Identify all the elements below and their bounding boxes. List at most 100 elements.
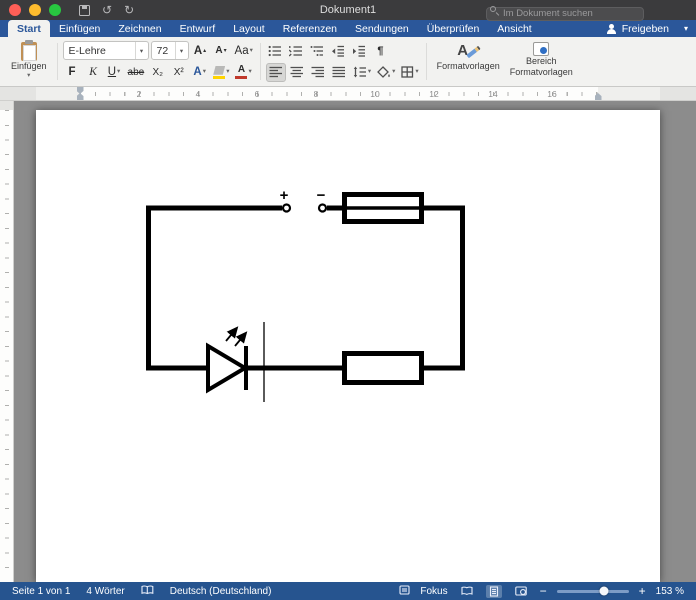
page-count-status[interactable]: Seite 1 von 1 <box>12 586 70 597</box>
shading-button[interactable]: ▾ <box>375 63 397 82</box>
zoom-window-button[interactable] <box>49 4 61 16</box>
superscript-button[interactable]: X² <box>169 63 188 82</box>
close-window-button[interactable] <box>9 4 21 16</box>
tab-layout[interactable]: Layout <box>224 20 274 37</box>
print-layout-view-button[interactable] <box>486 585 502 598</box>
ruler-text-area <box>80 87 598 100</box>
minimize-window-button[interactable] <box>29 4 41 16</box>
justify-button[interactable] <box>330 63 349 82</box>
circuit-wire <box>422 208 463 368</box>
led-arrow <box>226 329 236 341</box>
shrink-font-button[interactable]: A ▾ <box>212 41 231 60</box>
window-controls <box>9 4 61 16</box>
focus-view-label[interactable]: Fokus <box>420 586 447 597</box>
circuit-diagram: + − <box>36 110 660 582</box>
font-size-combo[interactable]: 72 ▾ <box>151 41 189 60</box>
web-layout-view-button[interactable] <box>512 585 530 597</box>
align-right-button[interactable] <box>309 63 328 82</box>
styles-letter: A <box>457 42 468 60</box>
ruler-number: 16 <box>547 89 556 99</box>
switch-terminal-plus <box>283 205 290 212</box>
align-left-button[interactable] <box>266 63 286 82</box>
tab-einfuegen[interactable]: Einfügen <box>50 20 109 37</box>
share-button[interactable]: Freigeben ▾ <box>606 20 696 37</box>
search-icon <box>490 6 496 12</box>
zoom-percentage[interactable]: 153 % <box>656 586 684 597</box>
ruler-number: 10 <box>370 89 379 99</box>
paste-button[interactable]: Einfügen ▾ <box>6 40 52 79</box>
highlight-color-button[interactable]: ▾ <box>211 63 231 82</box>
focus-view-icon[interactable] <box>399 585 410 598</box>
reading-view-button[interactable] <box>458 585 476 597</box>
plus-terminal-label: + <box>280 187 289 204</box>
numbering-button[interactable] <box>287 41 306 60</box>
zoom-slider-thumb[interactable] <box>600 587 609 596</box>
tab-zeichnen[interactable]: Zeichnen <box>109 20 170 37</box>
chevron-down-icon: ▾ <box>27 73 30 80</box>
underline-letter: U <box>108 66 116 78</box>
ruler-number: 8 <box>314 89 319 99</box>
ribbon-divider <box>426 43 427 80</box>
minus-terminal-label: − <box>317 187 326 204</box>
italic-button[interactable]: K <box>84 63 103 82</box>
led-triangle <box>208 346 245 390</box>
chevron-down-icon: ▾ <box>117 69 120 76</box>
styles-icon: A <box>455 42 481 61</box>
tab-entwurf[interactable]: Entwurf <box>171 20 225 37</box>
paste-label: Einfügen <box>11 62 47 72</box>
font-color-letter: A <box>238 65 245 75</box>
chevron-down-icon[interactable]: ▾ <box>135 42 148 59</box>
redo-icon[interactable]: ↻ <box>124 4 134 16</box>
grow-font-letter: A <box>194 45 202 57</box>
font-name-combo[interactable]: E-Lehre ▾ <box>63 41 149 60</box>
led-arrow <box>235 334 245 346</box>
zoom-out-button[interactable]: − <box>540 585 547 597</box>
tab-start[interactable]: Start <box>8 20 50 37</box>
word-count-status[interactable]: 4 Wörter <box>86 586 124 597</box>
line-spacing-button[interactable]: ▾ <box>351 63 373 82</box>
styles-button[interactable]: A Formatvorlagen <box>432 40 505 72</box>
underline-button[interactable]: U ▾ <box>105 63 124 82</box>
chevron-down-icon: ▾ <box>392 69 395 76</box>
ribbon-tab-bar: Start Einfügen Zeichnen Entwurf Layout R… <box>0 20 696 37</box>
tab-ueberpruefen[interactable]: Überprüfen <box>418 20 489 37</box>
styles-label: Formatvorlagen <box>437 62 500 72</box>
proofing-status-icon[interactable] <box>141 585 154 598</box>
increase-indent-button[interactable] <box>350 41 369 60</box>
zoom-in-button[interactable]: + <box>639 585 646 597</box>
tab-referenzen[interactable]: Referenzen <box>274 20 346 37</box>
document-search-input[interactable] <box>486 7 644 21</box>
subscript-button[interactable]: X₂ <box>148 63 167 82</box>
grow-font-button[interactable]: A ▴ <box>191 41 210 60</box>
borders-button[interactable]: ▾ <box>399 63 420 82</box>
chevron-down-icon[interactable]: ▾ <box>175 42 188 59</box>
bold-button[interactable]: F <box>63 63 82 82</box>
undo-icon[interactable]: ↺ <box>102 4 112 16</box>
align-center-button[interactable] <box>288 63 307 82</box>
window-title: Dokument1 <box>320 4 376 16</box>
show-formatting-marks-button[interactable]: ¶ <box>371 41 390 60</box>
ruler-number: 12 <box>429 89 438 99</box>
bullets-button[interactable] <box>266 41 285 60</box>
tab-ansicht[interactable]: Ansicht <box>488 20 540 37</box>
change-case-button[interactable]: Aa ▾ <box>233 41 255 60</box>
ribbon-collapse-chevron-icon[interactable]: ▾ <box>684 24 688 33</box>
vertical-ruler-active <box>0 110 13 582</box>
text-effects-letter: A <box>193 66 201 78</box>
font-color-button[interactable]: A ▾ <box>233 63 253 82</box>
document-workspace: + − <box>0 101 696 582</box>
switch-terminal-minus <box>319 205 326 212</box>
multilevel-list-button[interactable] <box>308 41 327 60</box>
document-page[interactable]: + − <box>36 110 660 582</box>
resistor-symbol <box>345 354 422 383</box>
chevron-down-icon: ▾ <box>203 69 206 76</box>
text-effects-button[interactable]: A ▾ <box>190 63 209 82</box>
decrease-indent-button[interactable] <box>329 41 348 60</box>
language-status[interactable]: Deutsch (Deutschland) <box>170 586 272 597</box>
strikethrough-button[interactable]: abe <box>126 63 147 82</box>
styles-pane-button[interactable]: Bereich Formatvorlagen <box>505 40 578 78</box>
tab-sendungen[interactable]: Sendungen <box>346 20 418 37</box>
save-icon[interactable] <box>79 5 90 16</box>
zoom-slider[interactable] <box>557 590 629 593</box>
shrink-font-letter: A <box>215 45 222 56</box>
